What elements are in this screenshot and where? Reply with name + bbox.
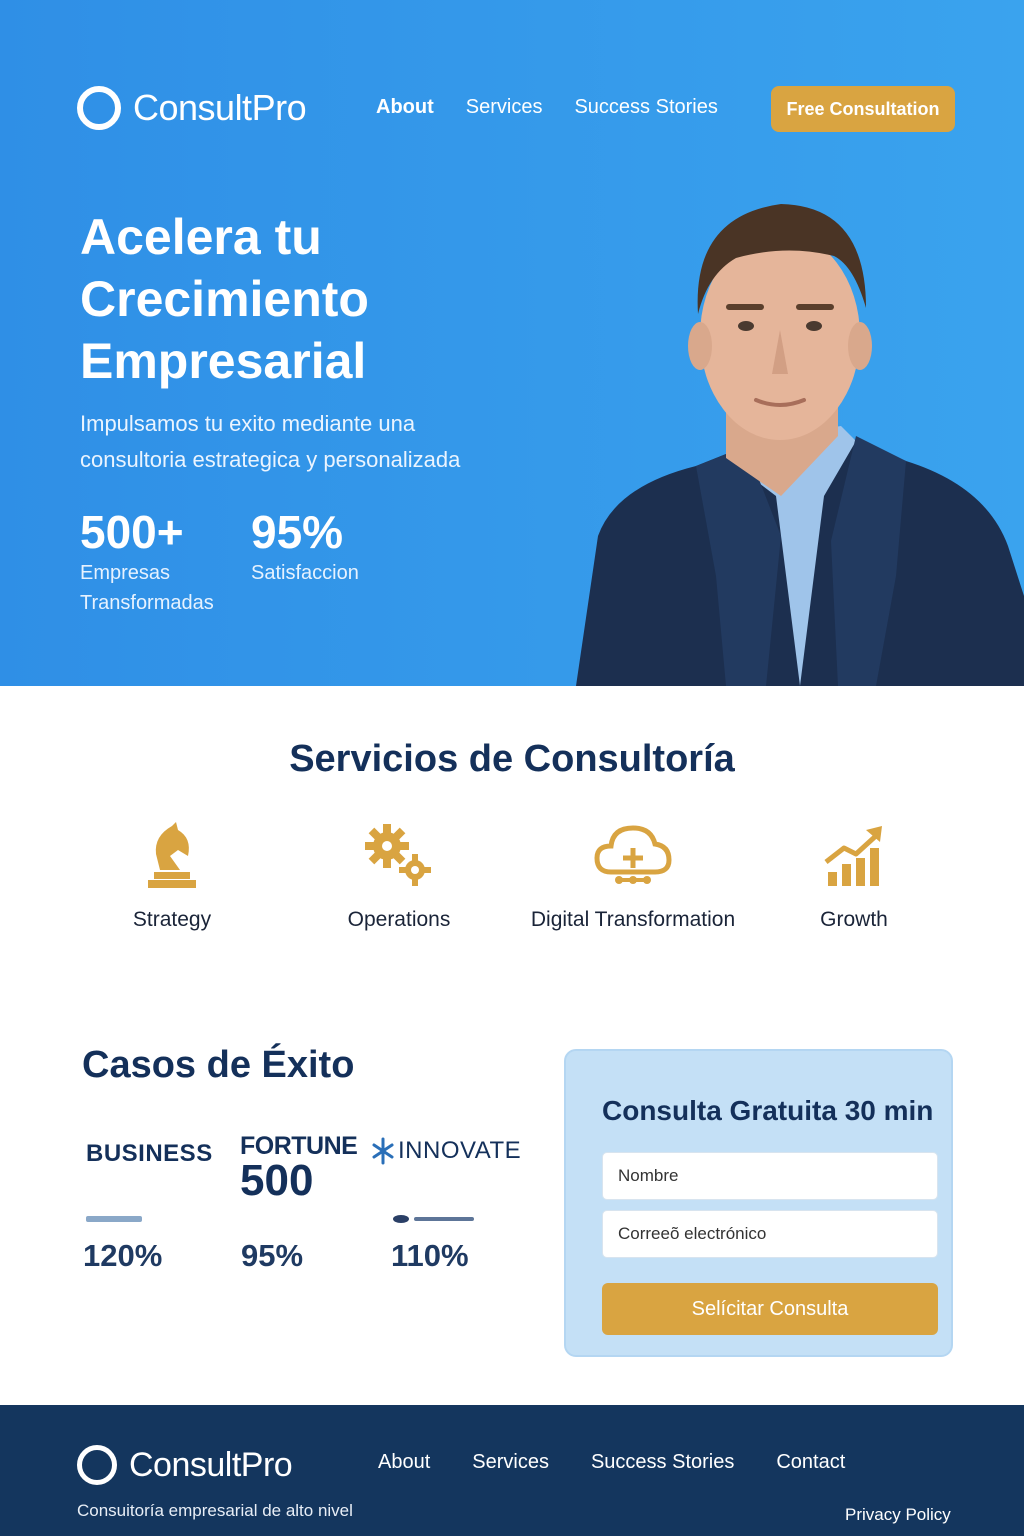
consultant-portrait	[576, 204, 1024, 686]
brand-logo-innovate: INNOVATE	[372, 1137, 521, 1165]
hero-title: Acelera tu Crecimiento Empresarial	[80, 209, 369, 389]
service-strategy[interactable]: Strategy	[52, 820, 292, 932]
cases-title: Casos de Éxito	[82, 1044, 355, 1086]
logo-ring-icon	[77, 1445, 117, 1485]
name-input[interactable]	[602, 1152, 938, 1200]
service-label: Operations	[347, 908, 451, 931]
footer-nav-services[interactable]: Services	[472, 1451, 549, 1474]
footer-logo[interactable]: ConsultPro	[77, 1445, 293, 1485]
footer-nav-about[interactable]: About	[378, 1451, 430, 1474]
stat-value: 95%	[251, 506, 344, 558]
stat-value: 500+	[80, 506, 184, 558]
hero-subtitle: Impulsamos tu exito mediante una consult…	[80, 411, 461, 472]
stat-companies: 500+ Empresas Transformadas	[80, 506, 240, 618]
stat-label: Empresas Transformadas	[80, 562, 214, 614]
footer: ConsultPro Consuitoría empresarial de al…	[0, 1405, 1024, 1536]
snowflake-icon	[372, 1137, 394, 1165]
brand-innovate-text: INNOVATE	[398, 1137, 522, 1164]
case-result-innovate: 110%	[391, 1238, 469, 1273]
hero-section: ConsultPro About Services Success Storie…	[0, 0, 1024, 686]
logo-text: ConsultPro	[129, 1445, 293, 1484]
cloud-icon	[594, 825, 672, 884]
case-result-business: 120%	[83, 1238, 163, 1273]
service-label: Digital Transformation	[530, 908, 736, 931]
consultation-form: Consulta Gratuita 30 min Selícitar Consu…	[564, 1049, 953, 1357]
brand-fortune-line2: 500	[240, 1156, 314, 1205]
logo-text: ConsultPro	[133, 87, 307, 128]
service-operations[interactable]: Operations	[279, 820, 519, 932]
footer-nav-contact[interactable]: Contact	[776, 1451, 845, 1474]
logo-ring-icon	[77, 86, 121, 130]
footer-nav-success-stories[interactable]: Success Stories	[591, 1451, 734, 1474]
growth-chart-icon	[824, 826, 882, 886]
service-label: Strategy	[132, 908, 212, 931]
nav-services[interactable]: Services	[466, 96, 543, 119]
service-growth[interactable]: Growth	[734, 820, 974, 932]
free-consultation-button[interactable]: Free Consultation	[771, 86, 955, 132]
service-digital-transformation[interactable]: Digital Transformation	[513, 820, 753, 932]
footer-tagline: Consuitoría empresarial de alto nivel	[77, 1501, 353, 1520]
main-nav: About Services Success Stories	[376, 96, 750, 119]
brand-logo-business: BUSINESS	[86, 1140, 213, 1167]
small-logo-mark	[393, 1215, 474, 1223]
case-result-fortune: 95%	[241, 1238, 304, 1273]
chess-knight-icon	[148, 822, 196, 888]
email-input[interactable]	[602, 1210, 938, 1258]
request-consultation-button[interactable]: Selícitar Consulta	[602, 1283, 938, 1335]
form-title: Consulta Gratuita 30 min	[602, 1095, 934, 1126]
stat-label: Satisfaccion	[251, 562, 359, 584]
nav-success-stories[interactable]: Success Stories	[574, 96, 717, 119]
services-title: Servicios de Consultoría	[289, 738, 735, 780]
small-logo-mark	[86, 1216, 142, 1222]
service-label: Growth	[820, 908, 888, 931]
header-logo[interactable]: ConsultPro	[77, 86, 307, 130]
footer-nav: About Services Success Stories Contact	[378, 1451, 887, 1474]
privacy-policy-link[interactable]: Privacy Policy	[845, 1505, 951, 1525]
brand-logo-fortune: FORTUNE 500	[240, 1134, 358, 1205]
nav-about[interactable]: About	[376, 96, 434, 119]
stat-satisfaction: 95% Satisfaccion	[251, 506, 411, 588]
gears-icon	[365, 824, 431, 886]
